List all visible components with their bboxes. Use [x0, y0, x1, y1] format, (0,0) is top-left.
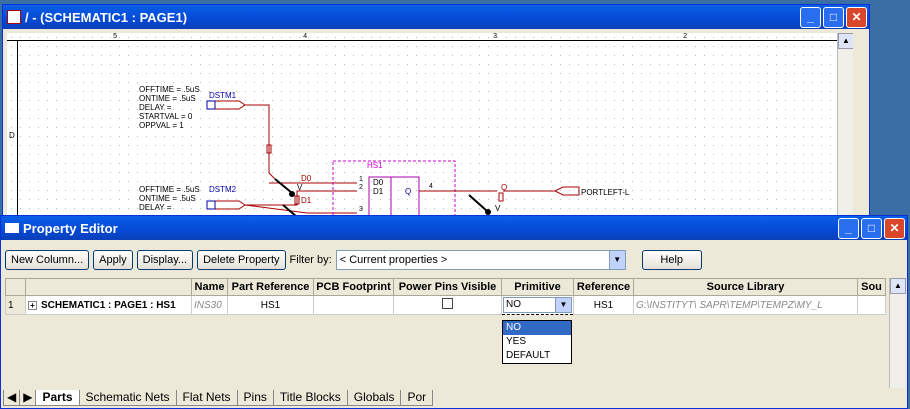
pin-number: 2: [359, 184, 363, 191]
filter-value: < Current properties >: [339, 254, 448, 266]
column-header[interactable]: Name: [191, 278, 228, 296]
column-header[interactable]: Primitive: [501, 278, 574, 296]
minimize-icon[interactable]: _: [800, 6, 821, 28]
property-editor-title: Property Editor: [23, 220, 118, 236]
schematic-vscroll[interactable]: ▲: [837, 33, 853, 218]
window-icon: [5, 223, 19, 233]
column-header-row-label: [25, 278, 192, 296]
new-column-button[interactable]: New Column...: [5, 250, 90, 270]
filter-select[interactable]: < Current properties > ▼: [335, 250, 626, 270]
pin-number: 1: [359, 176, 363, 183]
close-icon[interactable]: ✕: [846, 6, 867, 28]
dstm1-properties: OFFTIME = .5uS ONTIME = .5uS DELAY = STA…: [139, 85, 200, 130]
schematic-canvas[interactable]: 5 4 3 2 D 1 2 3 4 D0 D1 Q V V OFFTIME = …: [7, 33, 853, 218]
power-pins-cell[interactable]: [393, 295, 502, 315]
tab-strip: ◀ ▶ Parts Schematic Nets Flat Nets Pins …: [3, 389, 434, 406]
part-reference-cell[interactable]: HS1: [227, 295, 314, 315]
column-header[interactable]: PCB Footprint: [313, 278, 394, 296]
property-grid: Name Part Reference PCB Footprint Power …: [5, 278, 886, 315]
delete-property-button[interactable]: Delete Property: [197, 250, 286, 270]
reference-cell[interactable]: HS1: [573, 295, 634, 315]
dstm2-properties: OFFTIME = .5uS ONTIME = .5uS DELAY =: [139, 185, 200, 212]
tab-flat-nets[interactable]: Flat Nets: [175, 390, 238, 406]
expand-icon[interactable]: +: [28, 300, 37, 310]
pcb-footprint-cell[interactable]: [313, 295, 394, 315]
row-label: + SCHEMATIC1 : PAGE1 : HS1: [25, 295, 192, 315]
tab-title-blocks[interactable]: Title Blocks: [272, 390, 348, 406]
primitive-option[interactable]: NO: [503, 321, 571, 335]
source-library-cell[interactable]: G:\INSTITYT\ SAPR\TEMP\TEMPZ\MY_L: [633, 295, 858, 315]
grid-vscroll[interactable]: ▲: [889, 278, 906, 388]
maximize-icon[interactable]: □: [861, 217, 882, 239]
tab-globals[interactable]: Globals: [346, 390, 402, 406]
chevron-down-icon[interactable]: ▼: [555, 298, 571, 312]
net-d0: D0: [301, 174, 312, 183]
scroll-up-icon[interactable]: ▲: [890, 278, 906, 294]
pin-name: Q: [405, 187, 411, 196]
column-header[interactable]: Part Reference: [227, 278, 314, 296]
help-button[interactable]: Help: [641, 250, 702, 270]
primitive-option[interactable]: YES: [503, 335, 571, 349]
primitive-option[interactable]: DEFAULT: [503, 349, 571, 363]
tab-pins[interactable]: Pins: [236, 390, 274, 406]
tab-scroll-right-icon[interactable]: ▶: [19, 390, 37, 406]
column-header[interactable]: Power Pins Visible: [393, 278, 502, 296]
scroll-up-icon[interactable]: ▲: [838, 33, 853, 49]
header-row: Name Part Reference PCB Footprint Power …: [5, 278, 886, 296]
primitive-cell[interactable]: NO ▼: [501, 295, 574, 315]
probe-label: V: [297, 183, 303, 192]
table-row[interactable]: 1 + SCHEMATIC1 : PAGE1 : HS1 INS30 HS1 NO…: [5, 295, 886, 315]
close-icon[interactable]: ✕: [884, 217, 905, 239]
tab-schematic-nets[interactable]: Schematic Nets: [78, 390, 177, 406]
minimize-icon[interactable]: _: [838, 217, 859, 239]
pin-number: 4: [429, 183, 433, 190]
property-toolbar: New Column... Apply Display... Delete Pr…: [5, 248, 702, 272]
schematic-app-icon: [7, 10, 21, 24]
column-header[interactable]: Sou: [857, 278, 886, 296]
tab-scroll-left-icon[interactable]: ◀: [3, 390, 21, 406]
apply-button[interactable]: Apply: [93, 250, 133, 270]
maximize-icon[interactable]: □: [823, 6, 844, 28]
tab-parts[interactable]: Parts: [35, 390, 80, 406]
column-header[interactable]: Source Library: [633, 278, 858, 296]
dstm2-name: DSTM2: [209, 185, 237, 194]
schematic-window: / - (SCHEMATIC1 : PAGE1) _ □ ✕ 5 4 3 2 D: [2, 4, 870, 219]
net-q: Q: [501, 183, 508, 192]
schematic-title: / - (SCHEMATIC1 : PAGE1): [25, 9, 188, 25]
schematic-titlebar[interactable]: / - (SCHEMATIC1 : PAGE1) _ □ ✕: [3, 5, 869, 29]
schematic-wiring: 1 2 3 4 D0 D1 Q V V: [206, 100, 580, 218]
pin-name: D0: [373, 178, 384, 187]
display-button[interactable]: Display...: [136, 250, 194, 270]
tab-ports[interactable]: Por: [400, 390, 434, 406]
dstm1-name: DSTM1: [209, 91, 237, 100]
name-cell[interactable]: INS30: [191, 295, 228, 315]
primitive-value: NO: [506, 299, 521, 310]
property-editor-titlebar[interactable]: Property Editor _ □ ✕: [1, 216, 907, 240]
pin-number: 3: [359, 206, 363, 213]
row-label-text: SCHEMATIC1 : PAGE1 : HS1: [41, 299, 176, 311]
row-index: 1: [5, 295, 26, 315]
chevron-down-icon[interactable]: ▼: [608, 251, 625, 269]
property-editor-window: Property Editor _ □ ✕ New Column... Appl…: [0, 215, 908, 409]
column-header[interactable]: [5, 278, 26, 296]
port-label: PORTLEFT-L: [581, 188, 630, 197]
filter-label: Filter by:: [289, 254, 332, 266]
primitive-dropdown-list: NO YES DEFAULT: [502, 320, 572, 364]
source-cell[interactable]: [857, 295, 886, 315]
net-d1: D1: [301, 196, 312, 205]
part-ref: HS1: [367, 161, 383, 170]
probe-label: V: [495, 204, 501, 213]
power-pins-checkbox[interactable]: [442, 298, 453, 309]
pin-name: D1: [373, 187, 384, 196]
column-header[interactable]: Reference: [573, 278, 634, 296]
